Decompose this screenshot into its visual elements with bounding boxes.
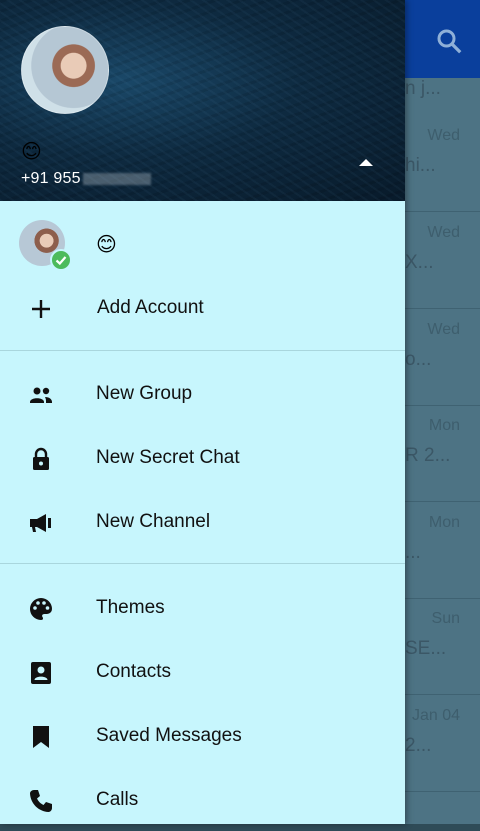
- chat-date: Jan 04: [411, 707, 460, 724]
- new-secret-chat-button[interactable]: New Secret Chat: [0, 429, 405, 489]
- drawer-header: 😊 +91 955: [0, 0, 405, 201]
- group-icon: [30, 387, 52, 403]
- contacts-button[interactable]: Contacts: [0, 643, 405, 703]
- bookmark-icon: [33, 726, 49, 748]
- chat-snippet: R 2...: [405, 445, 451, 466]
- chat-snippet: X...: [405, 252, 434, 273]
- chat-date: Wed: [427, 321, 460, 338]
- chat-row[interactable]: Wed hi...: [405, 115, 480, 212]
- profile-phone: +91 955: [21, 170, 151, 188]
- new-secret-chat-label: New Secret Chat: [96, 447, 240, 468]
- contacts-label: Contacts: [96, 661, 171, 682]
- themes-button[interactable]: Themes: [0, 579, 405, 639]
- plus-icon: [32, 300, 50, 318]
- contact-card-icon: [31, 662, 51, 684]
- chat-date: Wed: [427, 224, 460, 241]
- profile-avatar[interactable]: [21, 26, 109, 114]
- chat-row[interactable]: Sun SE...: [405, 598, 480, 695]
- chat-snippet: o...: [405, 349, 432, 370]
- chat-row[interactable]: Wed X...: [405, 212, 480, 309]
- menu-divider: [0, 563, 405, 564]
- add-account-label: Add Account: [97, 297, 204, 318]
- phone-redacted-blur: [82, 172, 151, 185]
- account-name-emoji: 😊: [96, 234, 117, 256]
- saved-messages-button[interactable]: Saved Messages: [0, 707, 405, 767]
- new-group-label: New Group: [96, 383, 193, 404]
- palette-icon: [30, 598, 52, 620]
- chat-snippet: n j...: [405, 78, 441, 99]
- chevron-up-icon[interactable]: [359, 157, 373, 167]
- check-badge-icon: [50, 249, 72, 271]
- phone-icon: [30, 790, 52, 812]
- menu-divider: [0, 350, 405, 351]
- chat-row[interactable]: Wed o...: [405, 309, 480, 406]
- search-icon[interactable]: [434, 26, 464, 56]
- new-group-button[interactable]: New Group: [0, 365, 405, 425]
- chat-row[interactable]: Jan 04 2...: [405, 695, 480, 792]
- calls-label: Calls: [96, 789, 139, 810]
- megaphone-icon: [30, 514, 51, 532]
- themes-label: Themes: [96, 597, 165, 618]
- new-channel-label: New Channel: [96, 511, 211, 532]
- add-account-button[interactable]: Add Account: [0, 279, 405, 339]
- chat-date: Mon: [428, 417, 460, 434]
- chat-date: Wed: [427, 127, 460, 144]
- chat-snippet: ...: [405, 542, 421, 563]
- phone-number-text: +91 955: [21, 170, 81, 187]
- navigation-drawer: 😊 +91 955 😊 Add Account New Group New Se…: [0, 0, 405, 824]
- saved-messages-label: Saved Messages: [96, 725, 242, 746]
- profile-name-emoji: 😊: [21, 141, 42, 163]
- chat-row[interactable]: Mon ...: [405, 502, 480, 599]
- chat-date: Mon: [428, 514, 460, 531]
- chat-snippet: SE...: [405, 638, 447, 659]
- chat-snippet: hi...: [405, 155, 436, 176]
- account-item[interactable]: 😊: [0, 211, 405, 275]
- chat-snippet: 2...: [405, 735, 432, 756]
- chat-date: Sun: [431, 610, 460, 627]
- lock-icon: [33, 447, 49, 470]
- new-channel-button[interactable]: New Channel: [0, 493, 405, 553]
- chat-row[interactable]: Mon R 2...: [405, 405, 480, 502]
- calls-button[interactable]: Calls: [0, 771, 405, 831]
